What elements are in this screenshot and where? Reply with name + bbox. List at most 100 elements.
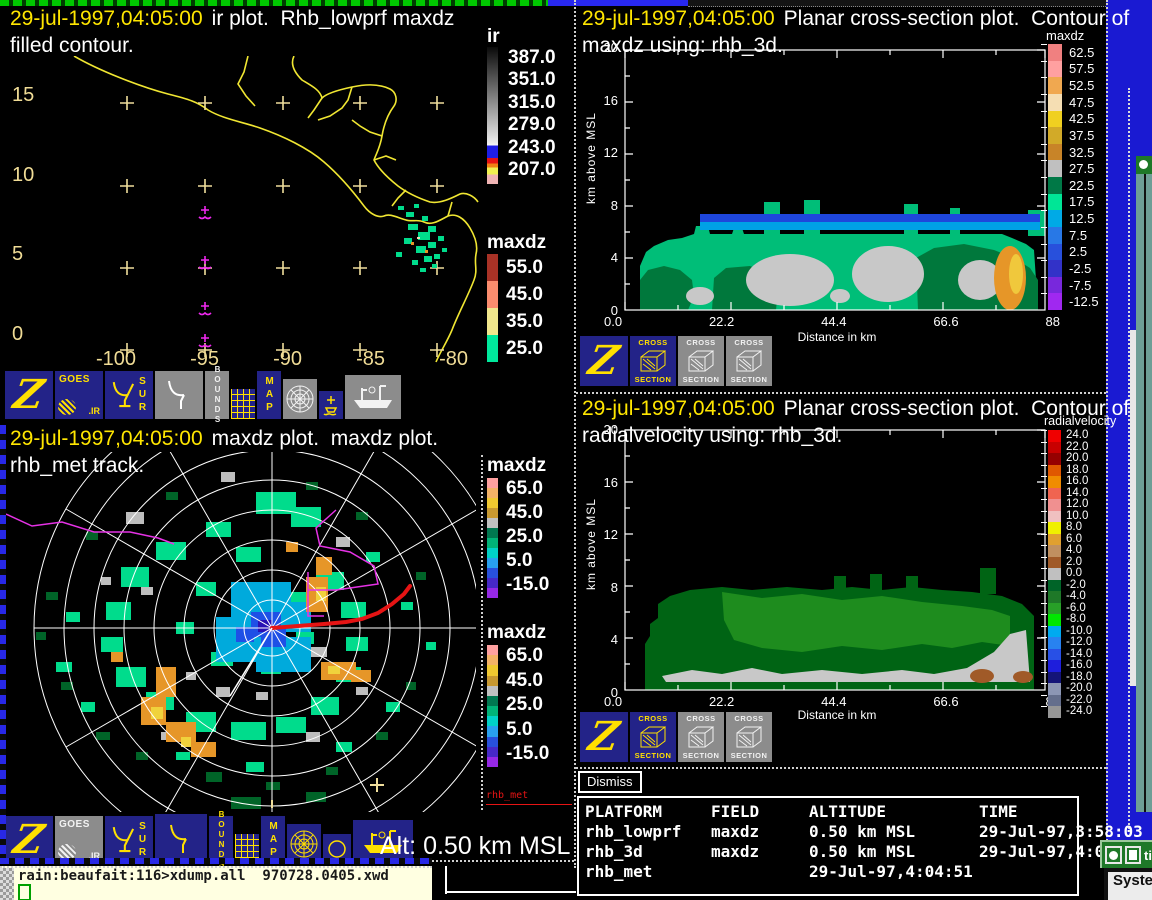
- cross-section-button-2[interactable]: CROSS SECTION: [678, 712, 724, 762]
- bounds-button[interactable]: BOUNDS: [209, 816, 233, 864]
- surveillance-radar-button[interactable]: SUR: [105, 816, 153, 864]
- map-x-tick: -85: [356, 348, 385, 371]
- xs1-plot[interactable]: [582, 28, 1052, 330]
- ir-colorbar-title: ir: [487, 26, 500, 48]
- partial-window-right: [1136, 156, 1152, 812]
- radar-grid-button[interactable]: [155, 814, 207, 864]
- cube-icon: [638, 724, 668, 750]
- system-window[interactable]: Syste: [1104, 868, 1152, 900]
- zebra-z-icon: Z: [587, 345, 622, 377]
- xs1-colorbar: 62.557.552.547.542.537.532.527.522.517.5…: [1048, 44, 1106, 310]
- corner-window-titlebar[interactable]: ti: [1100, 840, 1152, 868]
- radar-panel-title: 29-jul-1997,04:05:00maxdz plot. maxdz pl…: [10, 427, 438, 451]
- terminal-scrollbar[interactable]: [0, 868, 14, 900]
- map-overlay-button[interactable]: MAP: [261, 816, 285, 864]
- window-doc-button[interactable]: [1125, 846, 1142, 864]
- radar-colorbar1-title: maxdz: [487, 455, 546, 477]
- panel-separator-right-1: [576, 392, 1106, 394]
- zebra-logo-button[interactable]: Z: [5, 371, 53, 419]
- radar-ppi-plot[interactable]: [6, 452, 476, 812]
- window-top-border-blue: [548, 0, 688, 6]
- zebra-logo-button[interactable]: Z: [5, 816, 53, 864]
- map-y-axis: 151050: [12, 84, 48, 346]
- track-legend-label: rhb_met: [486, 790, 528, 801]
- buoy-button[interactable]: [319, 391, 343, 419]
- ir-panel-title: 29-jul-1997,04:05:00ir plot. Rhb_lowprf …: [10, 7, 454, 31]
- map-y-tick: 5: [12, 243, 48, 266]
- terminal-window[interactable]: rain:beaufait:116>xdump.all 970728.0405.…: [0, 866, 432, 900]
- xs1-x-axis: 0.022.244.466.688: [604, 314, 1060, 329]
- radar-dish-grid-icon: [166, 822, 196, 856]
- ship-track-symbols: [199, 206, 211, 347]
- radar-colorbar2: [487, 645, 498, 767]
- map-x-axis: -100-95-90-85-80: [96, 348, 468, 371]
- data-available-window: PLATFORMFIELDALTITUDETIME rhb_lowprfmaxd…: [577, 796, 1079, 896]
- info-table-header: PLATFORMFIELDALTITUDETIME: [579, 798, 1077, 822]
- radar-colorbar-separator: [481, 455, 483, 810]
- cross-section-button-active[interactable]: CROSS SECTION: [630, 712, 676, 762]
- circle-icon: [327, 839, 347, 859]
- rings-icon: [285, 384, 315, 414]
- panel-left-border: [0, 425, 6, 861]
- cross-section-button-2[interactable]: CROSS SECTION: [678, 336, 724, 386]
- ir-radar-echoes: [396, 204, 447, 272]
- ship-icon: [350, 382, 396, 412]
- xs2-toolbar: Z CROSS SECTION CROSS SECTION CROSS SECT…: [580, 712, 772, 762]
- goes-ir-button[interactable]: GOES .IR: [55, 371, 103, 419]
- panel-bottom-border: [0, 858, 432, 864]
- zebra-z-icon: Z: [12, 379, 47, 411]
- map-y-tick: 15: [12, 84, 48, 107]
- radar-colorbar1-labels: 65.045.025.05.0-15.0: [506, 478, 549, 596]
- zebra-logo-button[interactable]: Z: [580, 712, 628, 762]
- terminal-cursor: [18, 884, 31, 900]
- maxdz-small-colorbar: 55.045.035.025.0: [487, 254, 567, 362]
- ship-button[interactable]: [345, 375, 401, 419]
- cube-icon: [686, 724, 716, 750]
- window-menu-button[interactable]: [1105, 846, 1122, 864]
- maxdz-contours: [640, 200, 1045, 310]
- radar-dish-icon: [111, 379, 135, 411]
- range-rings-button[interactable]: [283, 379, 317, 419]
- xs1-x-label: Distance in km: [762, 330, 912, 344]
- cube-icon: [686, 348, 716, 374]
- map-x-tick: -100: [96, 348, 136, 371]
- map-overlay-button[interactable]: MAP: [257, 371, 281, 419]
- cross-section-button-active[interactable]: CROSS SECTION: [630, 336, 676, 386]
- bounds-button[interactable]: BOUNDS: [205, 371, 229, 419]
- ir-map-plot[interactable]: [8, 56, 480, 368]
- goes-ir-button[interactable]: GOES .IR: [55, 816, 103, 864]
- cube-icon: [638, 348, 668, 374]
- grid-overlay-button[interactable]: [231, 389, 255, 419]
- xs1-panel-title: 29-jul-1997,04:05:00Planar cross-section…: [582, 7, 1129, 31]
- xs2-panel-title-line2: radialvelocity using: rhb_3d.: [582, 424, 842, 448]
- radar-panel-toolbar: Z GOES .IR SUR BOUNDS MAP: [5, 814, 413, 864]
- zebra-z-icon: Z: [587, 721, 622, 753]
- terminal-text: rain:beaufait:116>xdump.all 970728.0405.…: [14, 868, 389, 900]
- satellite-globe-icon: [58, 399, 76, 415]
- partial-window-frame: [1144, 174, 1146, 812]
- radialvelocity-contours: [645, 568, 1034, 690]
- ir-colorbar-labels: 387.0351.0315.0279.0243.0207.0: [508, 47, 556, 181]
- maxdz-small-colorbar-title: maxdz: [487, 232, 546, 254]
- cube-icon: [734, 724, 764, 750]
- surveillance-radar-button[interactable]: SUR: [105, 371, 153, 419]
- corner-window-title: ti: [1144, 848, 1152, 863]
- altitude-readout: Alt: 0.50 km MSL: [380, 832, 570, 861]
- dismiss-button[interactable]: Dismiss: [578, 771, 642, 793]
- panel-separator-vertical: [574, 0, 576, 868]
- radar-panel-title-line2: rhb_met track.: [10, 454, 144, 478]
- info-table-rows: rhb_lowprfmaxdz0.50 km MSL29-Jul-97,3:58…: [579, 822, 1077, 882]
- ir-colorbar: [487, 47, 498, 184]
- xs2-plot[interactable]: [582, 420, 1052, 722]
- radar-grid-button[interactable]: [155, 371, 203, 419]
- info-table-row: rhb_met29-Jul-97,4:04:51: [579, 862, 1077, 882]
- xs2-x-axis: 0.022.244.466.688: [604, 694, 1060, 709]
- partial-window-titlebar[interactable]: [1136, 156, 1152, 174]
- buoy-icon: [323, 394, 339, 416]
- background-window-edge-h: [445, 891, 576, 893]
- xs2-panel-title: 29-jul-1997,04:05:00Planar cross-section…: [582, 397, 1129, 421]
- cross-section-button-3[interactable]: CROSS SECTION: [726, 712, 772, 762]
- zebra-logo-button[interactable]: Z: [580, 336, 628, 386]
- desktop: 29-jul-1997,04:05:00ir plot. Rhb_lowprf …: [0, 0, 1152, 900]
- cross-section-button-3[interactable]: CROSS SECTION: [726, 336, 772, 386]
